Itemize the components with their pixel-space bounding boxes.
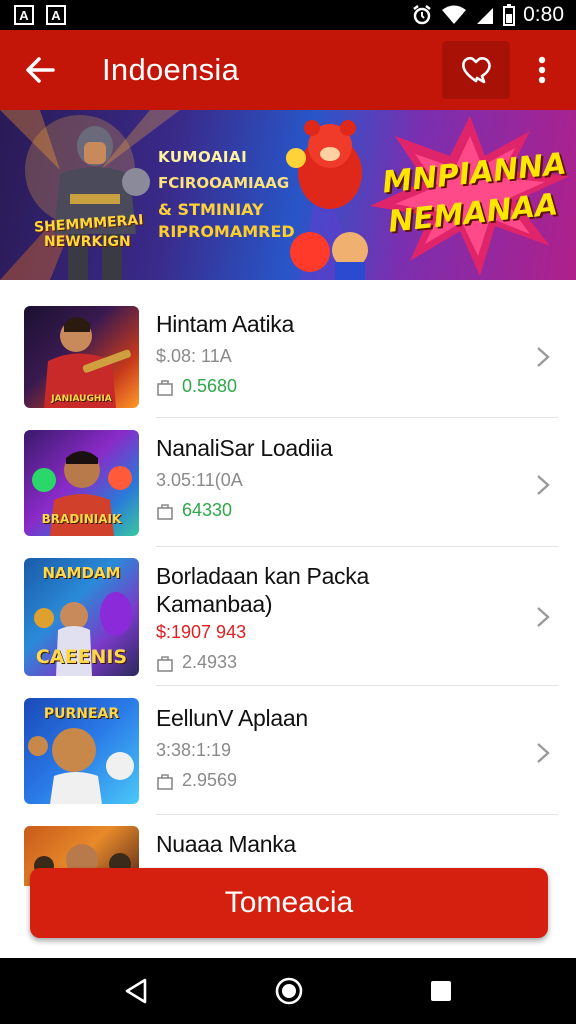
game-size: 2.4933 <box>156 652 369 673</box>
alarm-icon <box>413 5 431 25</box>
game-size-value: 2.4933 <box>182 652 238 672</box>
chevron-right-icon <box>537 347 550 367</box>
game-size: 64330 <box>156 500 332 521</box>
game-price: $:1907 943 <box>156 622 247 642</box>
game-size-value: 64330 <box>182 500 233 520</box>
game-title-line2: Kamanbaa) <box>156 591 273 617</box>
heart-chat-icon <box>462 56 491 84</box>
game-price: 3.05:11(0A <box>156 470 243 490</box>
bag-icon <box>157 655 173 672</box>
list-divider <box>156 814 558 815</box>
game-size-value: 0.5680 <box>182 376 238 396</box>
game-thumbnail-label: BRADINIAIK <box>41 512 122 526</box>
list-item[interactable]: PURNEAR EellunV Aplaan 3:38:1:19 2.9569 <box>0 698 576 806</box>
chevron-right-icon <box>537 475 550 495</box>
game-thumbnail: JANIAUGHIA <box>24 306 139 408</box>
game-price: $.08: 11A <box>156 346 232 366</box>
page-title: Indoensia <box>102 52 240 87</box>
banner-hero-label-2: NEWRKIGN <box>44 234 131 250</box>
notification-icon: A <box>14 5 34 25</box>
banner-text-line4: RIPROMAMRED <box>158 222 295 241</box>
app-bar: Indoensia <box>0 30 576 110</box>
game-size: 0.5680 <box>156 376 294 397</box>
status-bar: A A 0:80 <box>0 0 576 30</box>
game-title: NanaliSar Loadiia <box>156 435 333 461</box>
game-size-value: 2.9569 <box>182 770 238 790</box>
game-thumbnail: BRADINIAIK <box>24 430 139 536</box>
favorite-button[interactable] <box>442 41 510 99</box>
notification-icon: A <box>46 5 66 25</box>
nav-recents-icon[interactable] <box>429 979 453 1003</box>
battery-icon <box>503 4 516 26</box>
bag-icon <box>157 379 173 396</box>
red-bear-character-image <box>286 120 362 209</box>
game-price: 3:38:1:19 <box>156 740 232 760</box>
nav-home-icon[interactable] <box>274 976 304 1006</box>
status-notifications: A A <box>14 5 66 25</box>
wifi-icon <box>442 5 467 24</box>
creature-character-image <box>290 232 368 280</box>
status-indicators: 0:80 <box>411 3 564 27</box>
game-info: NanaliSar Loadiia 3.05:11(0A 64330 <box>156 434 333 521</box>
chevron-right-icon <box>537 607 550 627</box>
game-thumbnail: PURNEAR <box>24 698 139 804</box>
banner-text-line3: & STMINIAY <box>158 200 264 219</box>
game-info: Nuaaa Manka <box>156 830 296 858</box>
bag-icon <box>157 503 173 520</box>
system-nav-bar <box>0 958 576 1024</box>
hero-character-image <box>54 126 150 280</box>
game-thumbnail-label: PURNEAR <box>43 706 120 722</box>
status-time: 0:80 <box>523 3 564 26</box>
list-item[interactable]: NAMDAM CAEENIS Borladaan kan Packa Kaman… <box>0 558 576 678</box>
list-item[interactable]: BRADINIAIK NanaliSar Loadiia 3.05:11(0A … <box>0 430 576 538</box>
list-divider <box>156 417 558 418</box>
game-info: Borladaan kan Packa Kamanbaa) $:1907 943… <box>156 562 369 673</box>
game-thumbnail-label: CAEENIS <box>35 646 128 668</box>
list-divider <box>156 546 558 547</box>
bag-icon <box>157 773 173 790</box>
list-item[interactable]: JANIAUGHIA Hintam Aatika $.08: 11A 0.568… <box>0 302 576 410</box>
game-title: Borladaan kan Packa <box>156 563 369 589</box>
nav-back-icon[interactable] <box>123 977 149 1005</box>
game-title: Nuaaa Manka <box>156 831 296 857</box>
game-info: Hintam Aatika $.08: 11A 0.5680 <box>156 310 294 397</box>
primary-action-button[interactable]: Tomeacia <box>30 868 548 938</box>
back-button[interactable] <box>0 30 80 110</box>
list-divider <box>156 685 558 686</box>
arrow-left-icon <box>26 57 55 83</box>
game-title: EellunV Aplaan <box>156 705 308 731</box>
game-thumbnail-label: JANIAUGHIA <box>51 394 112 404</box>
promo-banner[interactable]: KUMOAIAI FCIROOAMIAAG & STMINIAY RIPROMA… <box>0 110 576 280</box>
game-size: 2.9569 <box>156 770 308 791</box>
banner-text-line1: KUMOAIAI <box>158 148 248 166</box>
game-thumbnail-label-top: NAMDAM <box>42 564 121 582</box>
more-vert-icon <box>538 56 546 84</box>
signal-icon <box>477 8 494 24</box>
chevron-right-icon <box>537 743 550 763</box>
game-title: Hintam Aatika <box>156 311 294 337</box>
game-thumbnail: NAMDAM CAEENIS <box>24 558 139 676</box>
more-options-button[interactable] <box>522 40 562 100</box>
game-info: EellunV Aplaan 3:38:1:19 2.9569 <box>156 704 308 791</box>
banner-text-line2: FCIROOAMIAAG <box>158 174 290 192</box>
